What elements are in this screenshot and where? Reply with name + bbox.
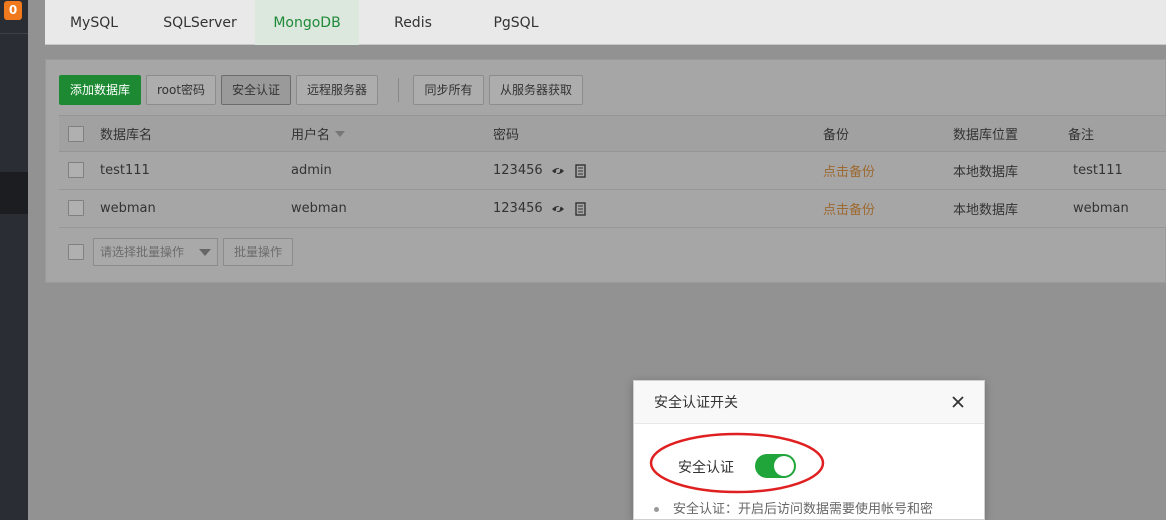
sidebar-item-active[interactable] [0,172,28,214]
dialog-note-text: 安全认证：开启后访问数据需要使用帐号和密 [673,502,934,517]
batch-operation-select[interactable]: 请选择批量操作 [93,238,218,266]
tab-mongodb[interactable]: MongoDB [255,0,359,45]
backup-link[interactable]: 点击备份 [823,152,875,189]
header-db-name: 数据库名 [100,128,153,143]
copy-icon[interactable] [573,201,587,216]
header-password: 密码 [493,128,520,143]
password-cell: 123456 [493,152,587,189]
eye-hide-icon[interactable] [551,164,565,178]
toggle-knob [774,456,794,476]
sort-down-icon[interactable] [335,130,346,137]
select-all-checkbox[interactable] [68,126,84,142]
toggle-label: 安全认证 [678,460,734,476]
red-highlight-ellipse [649,432,825,494]
add-database-button[interactable]: 添加数据库 [59,75,141,105]
remark-cell[interactable]: webman [1073,190,1129,227]
batch-operation-button[interactable]: 批量操作 [223,238,293,266]
location-cell: 本地数据库 [953,165,1019,180]
security-auth-toggle[interactable] [755,454,796,478]
password-cell: 123456 [493,190,587,227]
copy-icon[interactable] [573,163,587,178]
db-type-tabbar: MySQL SQLServer MongoDB Redis PgSQL [45,0,1166,45]
batch-select-placeholder: 请选择批量操作 [100,245,185,259]
row-checkbox[interactable] [68,162,84,178]
header-backup: 备份 [823,128,850,143]
sync-all-button[interactable]: 同步所有 [413,75,484,105]
security-auth-button[interactable]: 安全认证 [221,75,291,105]
remote-server-button[interactable]: 远程服务器 [296,75,378,105]
table-header: 数据库名 用户名 密码 备份 数据库位置 备注 [59,115,1166,152]
tab-redis[interactable]: Redis [365,0,461,45]
eye-hide-icon[interactable] [551,202,565,216]
tab-mysql[interactable]: MySQL [45,0,143,45]
db-name-cell: webman [100,201,156,216]
toolbar-divider [398,78,399,102]
db-name-cell: test111 [100,163,150,178]
table-row: test111 admin 123456 点击备份 本地数据库 test111 [59,152,1166,190]
chevron-down-icon [199,249,211,256]
left-sidebar: 0 [0,0,28,520]
root-password-button[interactable]: root密码 [146,75,216,105]
fetch-from-server-button[interactable]: 从服务器获取 [489,75,583,105]
tab-sqlserver[interactable]: SQLServer [153,0,247,45]
remark-cell[interactable]: test111 [1073,152,1123,189]
backup-link[interactable]: 点击备份 [823,190,875,227]
close-icon[interactable] [950,394,966,410]
location-cell: 本地数据库 [953,203,1019,218]
header-username-label: 用户名 [291,128,331,143]
header-remark: 备注 [1068,128,1095,143]
username-cell: webman [291,201,347,216]
dialog-title: 安全认证开关 [634,381,984,424]
password-value: 123456 [493,201,543,216]
batch-select-all-checkbox[interactable] [68,244,84,260]
bullet-icon [654,507,659,512]
table-row: webman webman 123456 点击备份 本地数据库 webman [59,190,1166,228]
dialog-note: 安全认证：开启后访问数据需要使用帐号和密 [654,498,933,517]
password-value: 123456 [493,163,543,178]
tab-pgsql[interactable]: PgSQL [467,0,565,45]
notification-badge[interactable]: 0 [4,1,22,20]
header-username[interactable]: 用户名 [291,116,346,151]
username-cell: admin [291,163,332,178]
sidebar-divider [0,33,28,34]
row-checkbox[interactable] [68,200,84,216]
security-auth-dialog: 安全认证开关 安全认证 安全认证：开启后访问数据需要使用帐号和密 [633,380,985,520]
header-location: 数据库位置 [953,128,1019,143]
